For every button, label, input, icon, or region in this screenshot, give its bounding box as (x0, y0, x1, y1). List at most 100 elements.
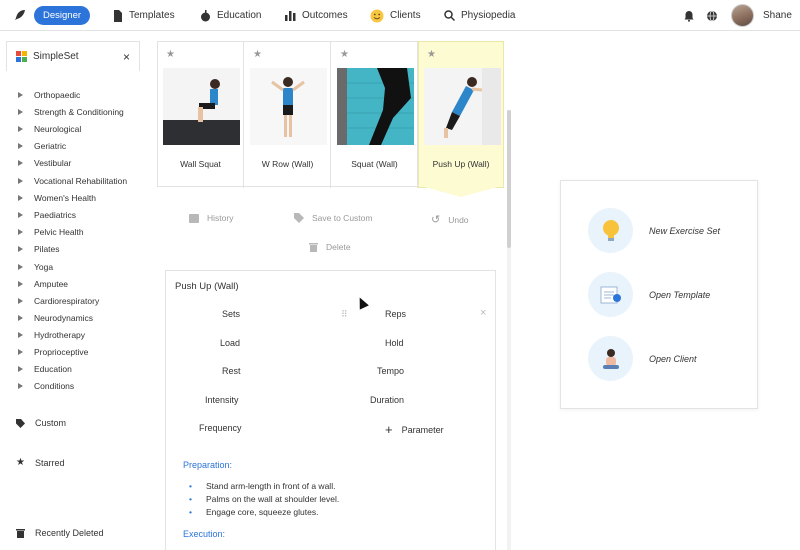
category-item[interactable]: Vestibular (18, 158, 71, 168)
expand-triangle-icon (18, 143, 23, 149)
expand-triangle-icon (18, 383, 23, 389)
globe-icon[interactable] (706, 10, 718, 22)
exercise-photo (163, 68, 240, 145)
expand-triangle-icon (18, 195, 23, 201)
exercise-card-strip: ★ Wall Squat ★ W Row (Wall) ★ Squat (Wal… (157, 41, 504, 188)
preparation-heading: Preparation: (183, 460, 233, 470)
user-name[interactable]: Shane (763, 0, 792, 31)
nav-physiopedia-label: Physiopedia (461, 10, 516, 21)
star-icon[interactable]: ★ (340, 49, 349, 60)
expand-triangle-icon (18, 281, 23, 287)
exercise-detail-panel: Push Up (Wall) ⠿ × Sets Load Rest Intens… (165, 270, 496, 550)
category-item[interactable]: Women's Health (18, 193, 96, 203)
nav-designer[interactable]: Designer (34, 0, 91, 31)
category-item[interactable]: Yoga (18, 262, 53, 272)
star-icon[interactable]: ★ (427, 49, 436, 60)
new-exercise-set-action[interactable]: New Exercise Set (588, 208, 720, 253)
category-item[interactable]: Neurological (18, 124, 81, 134)
apple-icon (201, 9, 210, 21)
close-icon[interactable]: × (480, 307, 486, 319)
param-reps[interactable]: Reps (385, 309, 406, 319)
user-name-label: Shane (763, 10, 792, 21)
expand-triangle-icon (18, 178, 23, 184)
delete-button[interactable]: Delete (309, 242, 351, 252)
exercise-card[interactable]: ★ Squat (Wall) (332, 42, 418, 188)
param-sets[interactable]: Sets (222, 309, 240, 319)
expand-triangle-icon (18, 212, 23, 218)
nav-clients-label: Clients (390, 10, 421, 21)
expand-triangle-icon (18, 315, 23, 321)
exercise-card[interactable]: ★ Wall Squat (158, 42, 244, 188)
category-item[interactable]: Amputee (18, 279, 68, 289)
param-duration[interactable]: Duration (370, 395, 404, 405)
nav-templates[interactable]: Templates (113, 0, 175, 31)
category-item[interactable]: Pilates (18, 244, 60, 254)
category-item[interactable]: Paediatrics (18, 210, 76, 220)
preparation-step: • Stand arm-length in front of a wall. (189, 481, 336, 491)
client-person-icon (588, 336, 633, 381)
detail-title[interactable]: Push Up (Wall) (175, 281, 239, 292)
preparation-step: • Engage core, squeeze glutes. (189, 507, 319, 517)
nav-clients[interactable]: Clients (370, 0, 421, 31)
category-item[interactable]: Orthopaedic (18, 90, 80, 100)
save-to-custom-button[interactable]: Save to Custom (294, 213, 372, 223)
nav-education-label: Education (217, 10, 262, 21)
nav-outcomes[interactable]: Outcomes (285, 0, 348, 31)
category-item[interactable]: Proprioceptive (18, 347, 88, 357)
expand-triangle-icon (18, 92, 23, 98)
star-icon[interactable]: ★ (253, 49, 262, 60)
library-tab-simpleset[interactable]: SimpleSet × (6, 41, 140, 71)
library-title: SimpleSet (33, 51, 79, 62)
close-icon[interactable]: × (123, 50, 130, 64)
history-button[interactable]: History (189, 213, 233, 223)
sidebar-item-recently-deleted[interactable]: Recently Deleted (16, 528, 104, 538)
exercise-card-selected[interactable]: ★ Push Up (Wall) (418, 41, 504, 188)
feather-icon[interactable] (14, 9, 26, 21)
add-parameter-button[interactable]: + Parameter (385, 422, 444, 437)
param-hold[interactable]: Hold (385, 338, 404, 348)
top-navigation-bar: Designer Templates Education Outcomes Cl… (0, 0, 800, 31)
param-intensity[interactable]: Intensity (205, 395, 239, 405)
tag-icon (294, 213, 304, 223)
category-item[interactable]: Strength & Conditioning (18, 107, 124, 117)
star-icon[interactable]: ★ (166, 49, 175, 60)
undo-button[interactable]: ↺ Undo (431, 213, 469, 226)
open-template-action[interactable]: Open Template (588, 272, 710, 317)
category-item[interactable]: Geriatric (18, 141, 66, 151)
param-frequency[interactable]: Frequency (199, 423, 242, 433)
scrollbar-thumb[interactable] (507, 110, 511, 248)
sidebar-item-custom[interactable]: Custom (16, 418, 66, 428)
exercise-photo (424, 68, 501, 145)
bar-chart-icon (285, 11, 296, 21)
sidebar-starred-label: Starred (34, 457, 65, 468)
category-item[interactable]: Vocational Rehabilitation (18, 176, 127, 186)
category-item[interactable]: Pelvic Health (18, 227, 84, 237)
nav-physiopedia[interactable]: Physiopedia (444, 0, 515, 31)
nav-outcomes-label: Outcomes (302, 10, 348, 21)
expand-triangle-icon (18, 366, 23, 372)
drag-handle-icon[interactable]: ⠿ (341, 309, 348, 320)
designer-tab-pill[interactable]: Designer (34, 6, 91, 25)
plus-icon: + (385, 422, 393, 437)
nav-education[interactable]: Education (200, 0, 261, 31)
exercise-photo (337, 68, 414, 145)
user-avatar[interactable] (731, 4, 754, 27)
star-icon: ★ (16, 457, 25, 468)
template-document-icon (588, 272, 633, 317)
nav-templates-label: Templates (129, 10, 175, 21)
category-item[interactable]: Education (18, 364, 72, 374)
category-item[interactable]: Neurodynamics (18, 313, 93, 323)
bell-icon[interactable] (683, 10, 695, 22)
param-tempo[interactable]: Tempo (377, 366, 404, 376)
expand-triangle-icon (18, 298, 23, 304)
expand-triangle-icon (18, 264, 23, 270)
category-item[interactable]: Conditions (18, 381, 74, 391)
exercise-card[interactable]: ★ W Row (Wall) (245, 42, 331, 188)
param-load[interactable]: Load (220, 338, 240, 348)
search-icon (444, 10, 455, 21)
category-item[interactable]: Hydrotherapy (18, 330, 85, 340)
category-item[interactable]: Cardiorespiratory (18, 296, 99, 306)
sidebar-item-starred[interactable]: ★ Starred (16, 457, 64, 468)
open-client-action[interactable]: Open Client (588, 336, 697, 381)
param-rest[interactable]: Rest (222, 366, 241, 376)
